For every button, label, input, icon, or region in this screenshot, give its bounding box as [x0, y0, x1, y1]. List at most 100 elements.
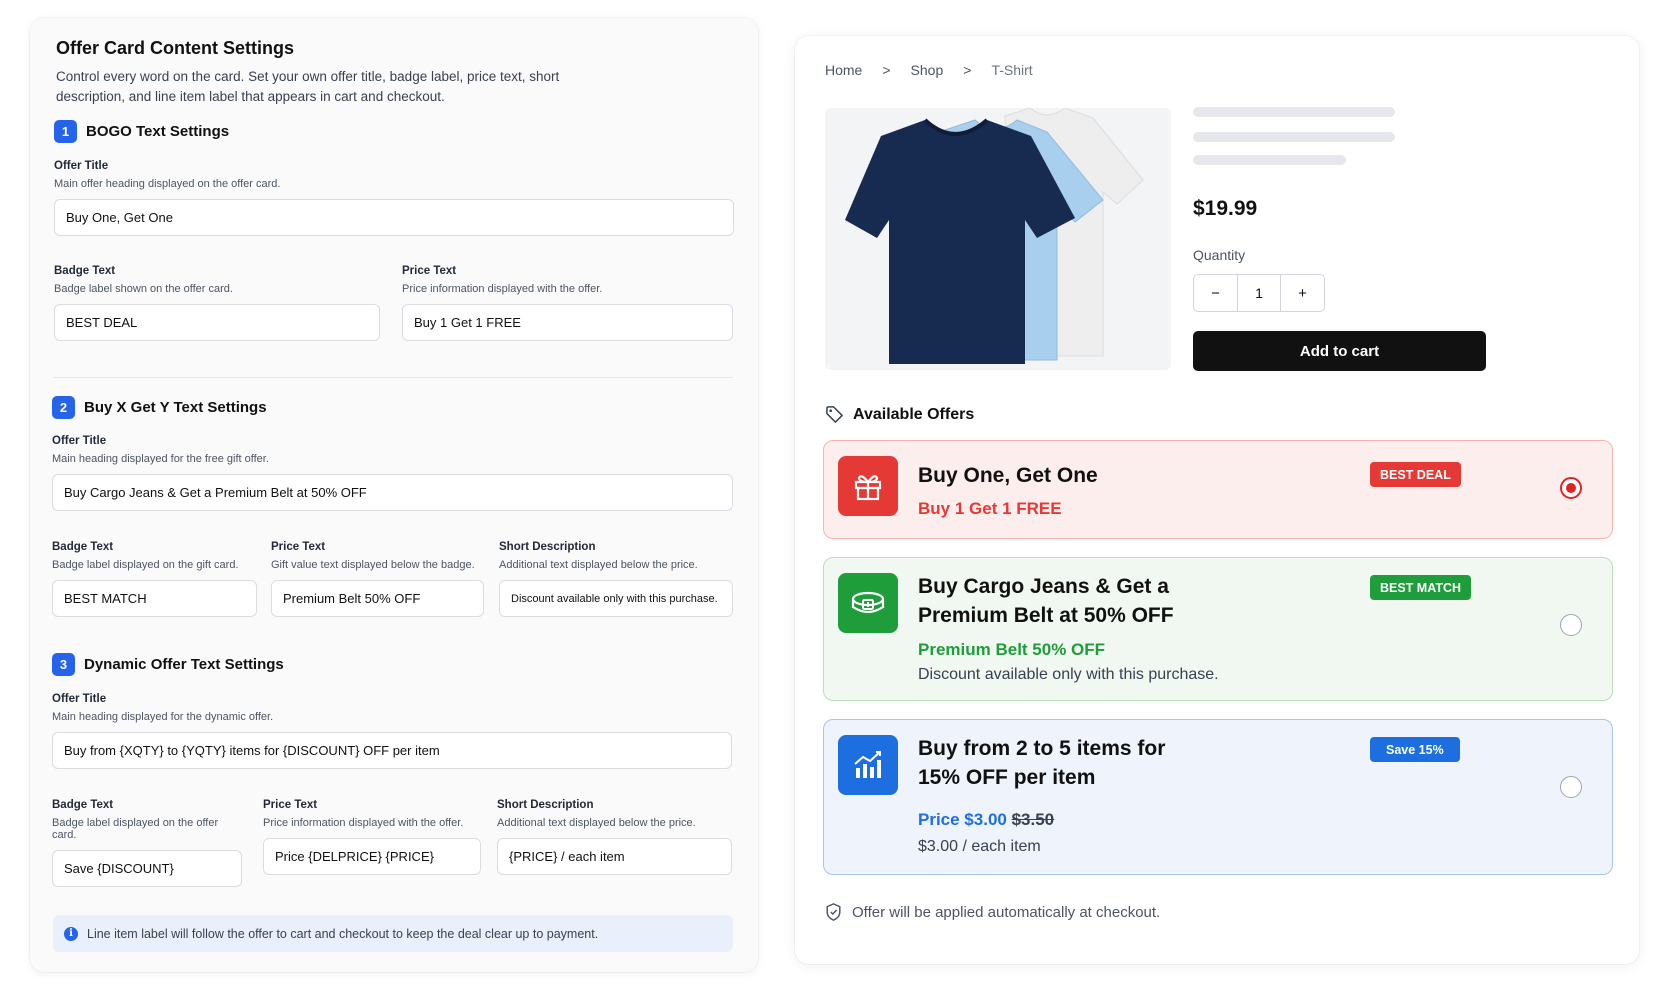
offer-current-price: Price $3.00 [918, 810, 1007, 829]
field-label: Price Text [402, 265, 457, 277]
offer-price-text: Buy 1 Get 1 FREE [918, 499, 1062, 518]
settings-title: Offer Card Content Settings [56, 38, 295, 58]
offer-description: $3.00 / each item [918, 838, 1041, 855]
field-help: Badge label displayed on the offer card. [52, 817, 219, 841]
quantity-decrease-button[interactable]: − [1194, 275, 1237, 311]
available-offers-heading: Available Offers [825, 405, 974, 424]
bogo-price-input[interactable]: Buy 1 Get 1 FREE [402, 304, 733, 341]
field-help: Additional text displayed below the pric… [497, 817, 696, 829]
title-placeholder-bar [1193, 155, 1346, 165]
offer-title-line: Buy from 2 to 5 items for [918, 737, 1166, 760]
offer-old-price: $3.50 [1011, 810, 1055, 829]
add-to-cart-button[interactable]: Add to cart [1193, 331, 1486, 371]
field-help: Badge label shown on the offer card. [54, 283, 233, 295]
offer-title: Buy Cargo Jeans & Get a Premium Belt at … [918, 572, 1174, 630]
line-item-info-box: i Line item label will follow the offer … [53, 915, 733, 952]
offer-radio[interactable] [1560, 614, 1582, 636]
section-number-badge: 1 [54, 120, 77, 143]
field-label: Price Text [271, 541, 326, 553]
dynamic-price-input[interactable]: Price {DELPRICE} {PRICE} [263, 838, 481, 875]
quantity-stepper: − 1 + [1193, 274, 1325, 312]
dynamic-desc-field: Short Description Additional text displa… [497, 799, 732, 875]
quantity-value[interactable]: 1 [1237, 275, 1281, 311]
field-label: Badge Text [54, 265, 116, 277]
bogo-offer-title-input[interactable]: Buy One, Get One [54, 199, 734, 236]
offer-title: Buy One, Get One [918, 464, 1098, 487]
section-number-badge: 2 [52, 396, 75, 419]
field-help: Badge label displayed on the gift card. [52, 559, 239, 571]
field-help: Additional text displayed below the pric… [499, 559, 698, 571]
breadcrumb-home[interactable]: Home [825, 62, 862, 78]
offer-title-line: Premium Belt at 50% OFF [918, 604, 1174, 627]
dynamic-desc-input[interactable]: {PRICE} / each item [497, 838, 732, 875]
section-dynamic-heading: 3 Dynamic Offer Text Settings [52, 653, 284, 676]
field-help: Main heading displayed for the dynamic o… [52, 711, 274, 723]
section-bxgy-heading: 2 Buy X Get Y Text Settings [52, 396, 267, 419]
field-label: Offer Title [52, 435, 107, 447]
section-bogo-heading: 1 BOGO Text Settings [54, 120, 229, 143]
offer-radio[interactable] [1560, 776, 1582, 798]
offer-title-line: Buy Cargo Jeans & Get a [918, 575, 1169, 598]
bogo-price-field: Price Text Price information displayed w… [402, 265, 733, 341]
gift-icon [838, 456, 898, 516]
offer-title-line: 15% OFF per item [918, 766, 1096, 789]
bogo-offer-title-field: Offer Title Main offer heading displayed… [54, 160, 734, 236]
offer-badge: Save 15% [1370, 737, 1460, 762]
field-label: Price Text [263, 799, 318, 811]
breadcrumb: Home > Shop > T-Shirt [825, 62, 1053, 78]
field-label: Badge Text [52, 799, 114, 811]
info-text: Line item label will follow the offer to… [87, 926, 599, 941]
quantity-label: Quantity [1193, 247, 1246, 263]
bxgy-badge-input[interactable]: BEST MATCH [52, 580, 257, 617]
field-label: Offer Title [52, 693, 107, 705]
bxgy-offer-title-input[interactable]: Buy Cargo Jeans & Get a Premium Belt at … [52, 474, 733, 511]
belt-icon [838, 573, 898, 633]
offer-radio-selected[interactable] [1560, 477, 1582, 499]
quantity-increase-button[interactable]: + [1281, 275, 1324, 311]
field-help: Price information displayed with the off… [263, 817, 464, 829]
bxgy-desc-field: Short Description Additional text displa… [499, 541, 733, 617]
tag-icon [826, 406, 843, 423]
dynamic-badge-field: Badge Text Badge label displayed on the … [52, 799, 242, 887]
t-shirts-image [825, 108, 1171, 370]
field-label: Short Description [499, 541, 596, 553]
section-number-badge: 3 [52, 653, 75, 676]
dynamic-badge-input[interactable]: Save {DISCOUNT} [52, 850, 242, 887]
breadcrumb-shop[interactable]: Shop [911, 62, 944, 78]
section-divider [53, 377, 733, 378]
field-help: Main heading displayed for the free gift… [52, 453, 269, 465]
offer-card-dynamic[interactable]: Buy from 2 to 5 items for 15% OFF per it… [823, 719, 1613, 875]
bxgy-offer-title-field: Offer Title Main heading displayed for t… [52, 435, 733, 511]
dynamic-offer-title-input[interactable]: Buy from {XQTY} to {YQTY} items for {DIS… [52, 732, 732, 769]
field-help: Gift value text displayed below the badg… [271, 559, 475, 571]
title-placeholder-bar [1193, 132, 1395, 142]
available-offers-title: Available Offers [853, 405, 975, 423]
section-title: BOGO Text Settings [86, 123, 230, 140]
bxgy-badge-field: Badge Text Badge label displayed on the … [52, 541, 257, 617]
settings-description: Control every word on the card. Set your… [56, 69, 560, 104]
chart-growth-icon [838, 735, 898, 795]
bogo-badge-input[interactable]: BEST DEAL [54, 304, 380, 341]
shield-check-icon [826, 903, 841, 921]
offer-card-bxgy[interactable]: Buy Cargo Jeans & Get a Premium Belt at … [823, 557, 1613, 701]
offer-badge: BEST MATCH [1370, 575, 1472, 600]
offer-card-bogo[interactable]: Buy One, Get One Buy 1 Get 1 FREE BEST D… [823, 440, 1613, 539]
bxgy-price-input[interactable]: Premium Belt 50% OFF [271, 580, 484, 617]
offer-description: Discount available only with this purcha… [918, 666, 1219, 683]
offer-badge: BEST DEAL [1370, 462, 1461, 487]
field-label: Badge Text [52, 541, 114, 553]
offer-price-text: Price $3.00 $3.50 [918, 810, 1054, 830]
product-price: $19.99 [1193, 197, 1258, 220]
dynamic-offer-title-field: Offer Title Main heading displayed for t… [52, 693, 732, 769]
auto-apply-text: Offer will be applied automatically at c… [852, 903, 1161, 921]
field-help: Main offer heading displayed on the offe… [54, 178, 281, 190]
field-label: Short Description [497, 799, 594, 811]
bogo-badge-field: Badge Text Badge label shown on the offe… [54, 265, 380, 341]
offer-price-text: Premium Belt 50% OFF [918, 640, 1106, 659]
bxgy-desc-input[interactable]: Discount available only with this purcha… [499, 580, 733, 617]
field-help: Price information displayed with the off… [402, 283, 603, 295]
auto-apply-note: Offer will be applied automatically at c… [825, 903, 1160, 921]
breadcrumb-current: T-Shirt [991, 62, 1033, 78]
section-title: Buy X Get Y Text Settings [84, 399, 267, 416]
breadcrumb-separator: > [882, 62, 891, 78]
